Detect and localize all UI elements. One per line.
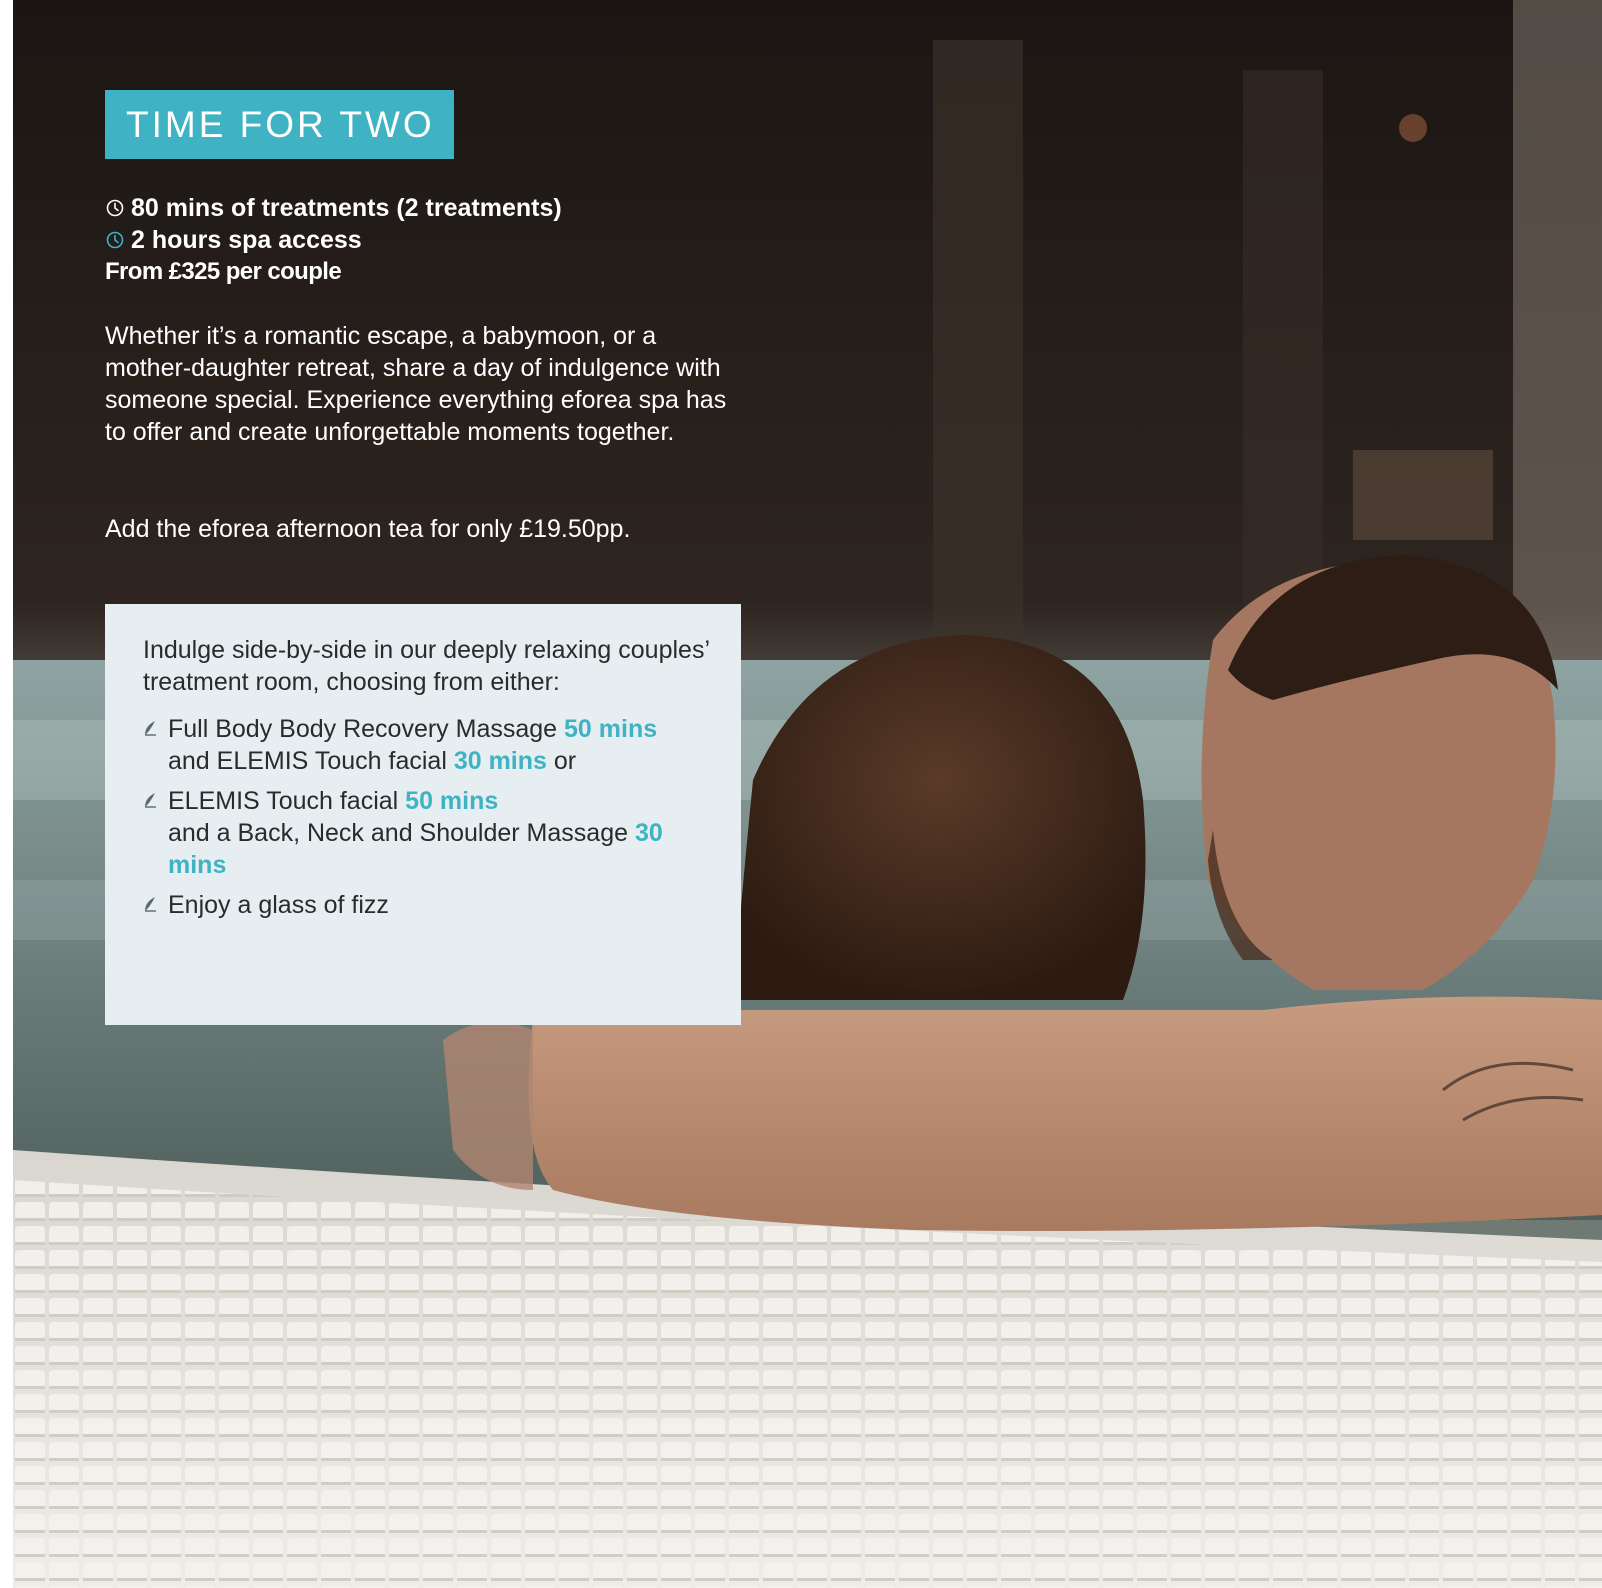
- fact-text: 2 hours spa access: [131, 226, 362, 254]
- afternoon-tea-addon: Add the eforea afternoon tea for only £1…: [105, 515, 631, 543]
- fact-spa-access: 2 hours spa access: [105, 224, 562, 256]
- clock-icon: [106, 199, 124, 217]
- treatment-option: ELEMIS Touch facial 50 mins and a Back, …: [143, 785, 713, 881]
- leaf-icon: [145, 897, 156, 912]
- treatment-options-panel: Indulge side-by-side in our deeply relax…: [105, 604, 741, 1025]
- panel-intro: Indulge side-by-side in our deeply relax…: [143, 636, 710, 696]
- treatment-option: Full Body Body Recovery Massage 50 mins …: [143, 713, 713, 777]
- package-description: Whether it’s a romantic escape, a babymo…: [105, 322, 727, 446]
- option-duration: 50 mins: [405, 787, 499, 815]
- option-name: Enjoy a glass of fizz: [168, 891, 389, 919]
- fact-treatment-time: 80 mins of treatments (2 treatments): [105, 192, 562, 224]
- option-second-line: and ELEMIS Touch facial 30 mins or: [143, 745, 713, 777]
- option-first-line: ELEMIS Touch facial 50 mins: [143, 785, 713, 817]
- option-second-line: and a Back, Neck and Shoulder Massage 30…: [143, 817, 713, 881]
- option-first-line: Enjoy a glass of fizz: [143, 889, 713, 921]
- option-second-prefix: and ELEMIS Touch facial: [168, 747, 447, 775]
- package-title: TIME FOR TWO: [126, 103, 435, 145]
- package-price: From £325 per couple: [105, 258, 342, 285]
- option-name: ELEMIS Touch facial: [168, 787, 399, 815]
- package-facts: 80 mins of treatments (2 treatments) 2 h…: [105, 192, 562, 288]
- option-duration: 50 mins: [564, 715, 658, 743]
- leaf-icon: [145, 793, 156, 808]
- option-name: Full Body Body Recovery Massage: [168, 715, 558, 743]
- option-first-line: Full Body Body Recovery Massage 50 mins: [143, 713, 713, 745]
- option-second-duration: 30 mins: [453, 747, 547, 775]
- option-second-prefix: and a Back, Neck and Shoulder Massage: [168, 819, 628, 847]
- treatment-options-list: Full Body Body Recovery Massage 50 mins …: [143, 713, 713, 921]
- fact-text: 80 mins of treatments (2 treatments): [131, 194, 562, 222]
- leaf-icon: [145, 721, 156, 736]
- package-title-banner: TIME FOR TWO: [105, 90, 454, 159]
- treatment-option: Enjoy a glass of fizz: [143, 889, 713, 921]
- brochure-page: TIME FOR TWO 80 mins of treatments (2 tr…: [13, 0, 1602, 1588]
- clock-icon: [106, 231, 124, 249]
- option-suffix: or: [553, 747, 577, 775]
